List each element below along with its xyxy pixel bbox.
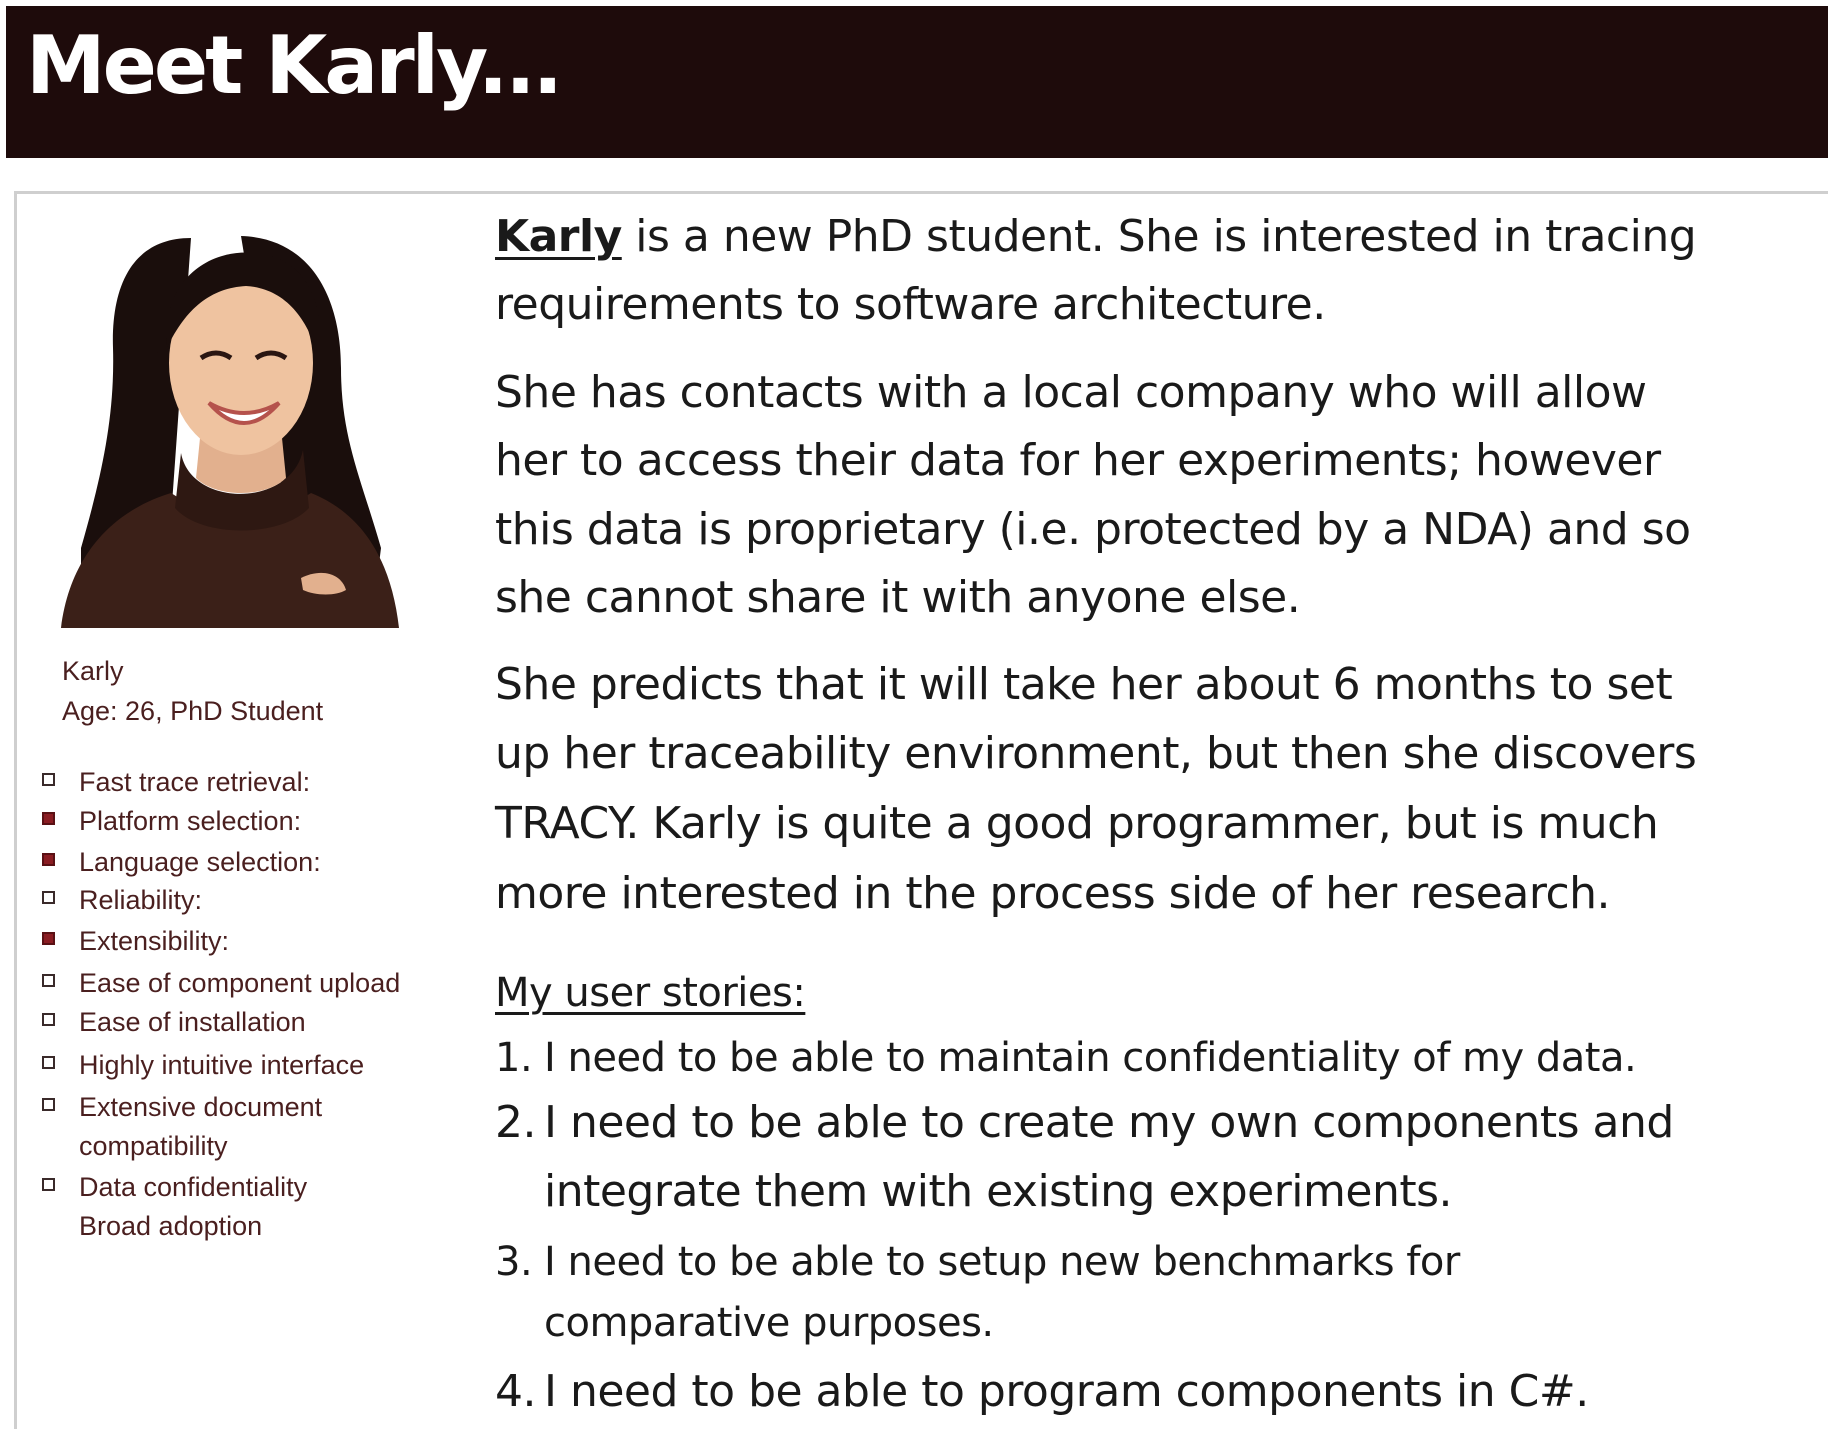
persona-photo: [41, 218, 404, 628]
background-paragraph-line: TRACY. Karly is quite a good programmer,…: [495, 798, 1659, 849]
context-paragraph-line: her to access their data for her experim…: [495, 435, 1661, 486]
criterion-broad-adoption: Broad adoption: [79, 1211, 263, 1241]
list-number: 3.: [495, 1239, 533, 1285]
checkbox-checked-icon[interactable]: [42, 853, 55, 866]
story-text: I need to be able to setup new benchmark…: [544, 1239, 1460, 1285]
title-bar: Meet Karly...: [6, 6, 1828, 158]
checkbox-checked-icon[interactable]: [42, 932, 55, 945]
user-story-3-continuation: comparative purposes.: [544, 1300, 994, 1346]
user-stories-heading: My user stories:: [495, 970, 806, 1016]
persona-age: Age: 26, PhD Student: [62, 696, 324, 726]
context-paragraph-line: this data is proprietary (i.e. protected…: [495, 504, 1691, 555]
context-paragraph-line: She has contacts with a local company wh…: [495, 367, 1647, 418]
list-number: 2.: [495, 1097, 536, 1148]
persona-name: Karly: [62, 656, 124, 686]
story-text: I need to be able to program components …: [544, 1366, 1589, 1417]
background-paragraph-line: up her traceability environment, but the…: [495, 728, 1697, 779]
story-text: I need to be able to create my own compo…: [544, 1097, 1674, 1148]
background-paragraph-line: more interested in the process side of h…: [495, 868, 1611, 919]
checkbox-icon[interactable]: [42, 891, 55, 904]
checkbox-icon[interactable]: [42, 1098, 55, 1111]
list-number: 4.: [495, 1366, 536, 1417]
context-paragraph-line: she cannot share it with anyone else.: [495, 572, 1301, 623]
persona-name-link: Karly: [495, 211, 622, 262]
checkbox-icon[interactable]: [42, 1178, 55, 1191]
checkbox-icon[interactable]: [42, 773, 55, 786]
intro-paragraph-line-1: Karly is a new PhD student. She is inter…: [495, 203, 1697, 271]
checkbox-checked-icon[interactable]: [42, 812, 55, 825]
intro-text: is a new PhD student. She is interested …: [621, 211, 1697, 262]
background-paragraph-line: She predicts that it will take her about…: [495, 659, 1673, 710]
page-title: Meet Karly...: [26, 19, 563, 112]
list-number: 1.: [495, 1035, 533, 1081]
story-text: I need to be able to maintain confidenti…: [544, 1035, 1637, 1081]
user-story-2-continuation: integrate them with existing experiments…: [544, 1166, 1453, 1217]
checkbox-icon[interactable]: [42, 1013, 55, 1026]
criterion-label-continuation: compatibility: [79, 1131, 228, 1161]
intro-paragraph-line-2: requirements to software architecture.: [495, 279, 1326, 330]
checkbox-icon[interactable]: [42, 1056, 55, 1069]
checkbox-icon[interactable]: [42, 974, 55, 987]
